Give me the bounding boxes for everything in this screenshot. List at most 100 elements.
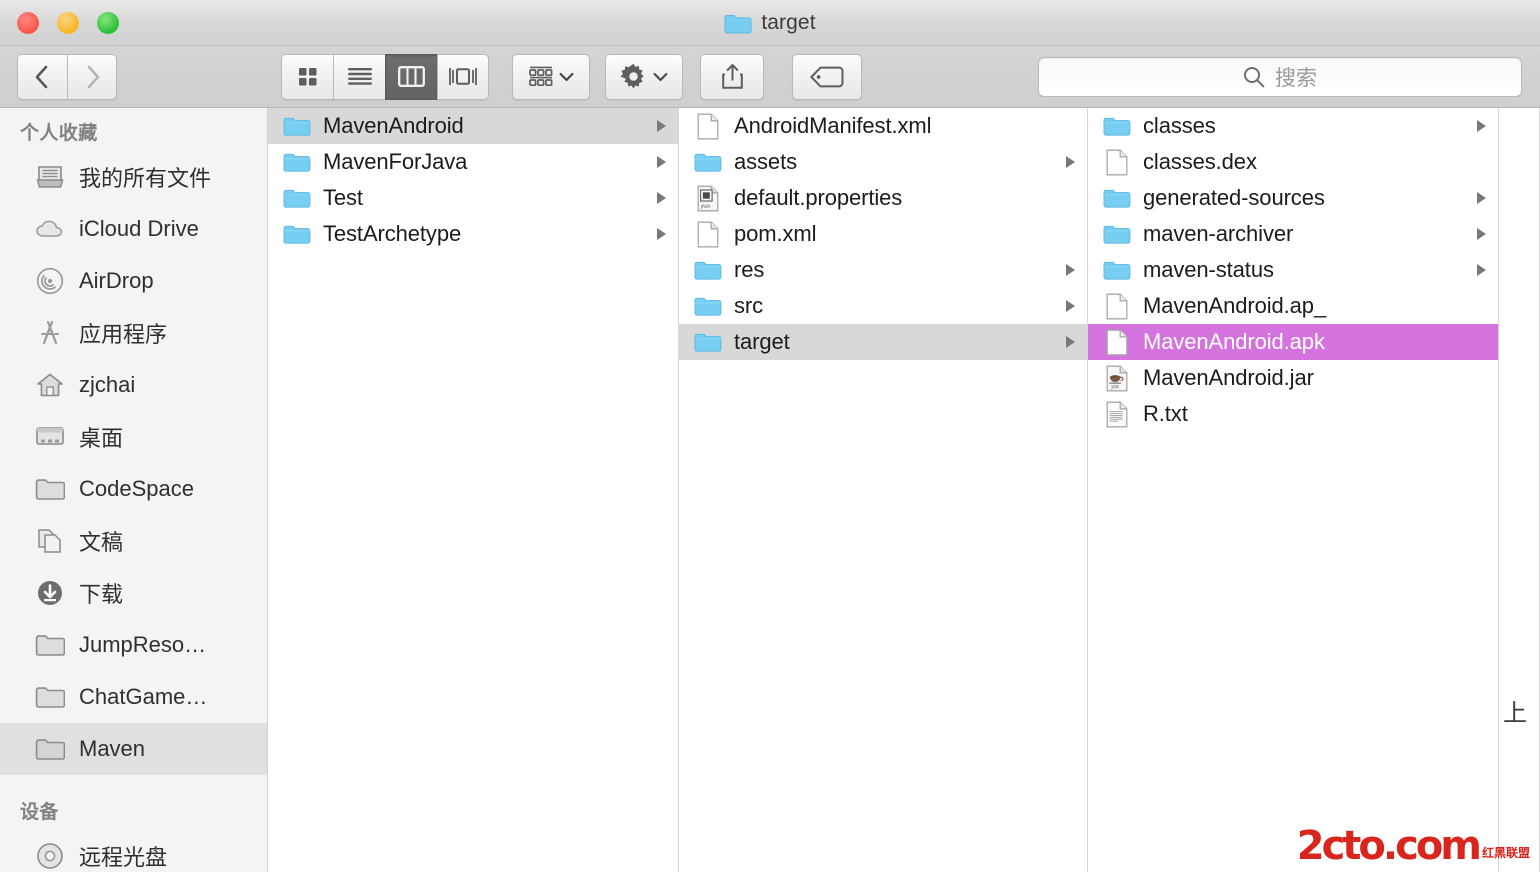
sidebar-item-label: 桌面 xyxy=(79,426,124,451)
share-button[interactable] xyxy=(700,53,764,100)
sidebar-item-label: 下载 xyxy=(79,582,124,607)
list-item-label: TestArchetype xyxy=(323,221,462,246)
list-item[interactable]: MavenForJava xyxy=(268,144,678,180)
list-item-label: Test xyxy=(323,185,363,210)
folder-icon xyxy=(282,147,312,177)
jar-file-icon: JAR xyxy=(1102,363,1132,393)
arrange-by-button[interactable] xyxy=(512,53,590,100)
list-item[interactable]: MavenAndroid.apk xyxy=(1088,324,1498,360)
chevron-down-icon xyxy=(559,72,573,81)
sidebar-item-maven[interactable]: Maven xyxy=(0,723,267,775)
sidebar-item-icloud-drive[interactable]: iCloud Drive xyxy=(0,203,267,255)
sidebar-item-all-files[interactable]: 我的所有文件 xyxy=(0,151,267,203)
chevron-right-icon xyxy=(1474,227,1488,241)
list-item[interactable]: classes xyxy=(1088,108,1498,144)
list-item[interactable]: JAVA default.properties xyxy=(679,180,1087,216)
search-placeholder: 搜索 xyxy=(1275,66,1317,90)
column-4-partial-text: 上 xyxy=(1503,700,1527,727)
chevron-right-icon xyxy=(1063,299,1077,313)
minimize-button[interactable] xyxy=(57,12,79,34)
list-item-label: generated-sources xyxy=(1143,185,1325,210)
back-button[interactable] xyxy=(17,53,67,100)
chevron-right-icon xyxy=(654,191,668,205)
list-item-label: MavenForJava xyxy=(323,149,468,174)
sidebar-item-codespace[interactable]: CodeSpace xyxy=(0,463,267,515)
forward-button[interactable] xyxy=(67,53,117,100)
icon-view-button[interactable] xyxy=(281,53,333,100)
svg-text:JAVA: JAVA xyxy=(700,204,711,210)
column-2[interactable]: AndroidManifest.xml assets JAVA default.… xyxy=(679,108,1088,872)
list-item-label: src xyxy=(734,293,764,318)
list-item[interactable]: R.txt xyxy=(1088,396,1498,432)
list-item[interactable]: AndroidManifest.xml xyxy=(679,108,1087,144)
sidebar-item-jumpresource[interactable]: JumpReso… xyxy=(0,619,267,671)
folder-icon xyxy=(282,111,312,141)
list-item[interactable]: maven-status xyxy=(1088,252,1498,288)
sidebar-item-label: 文稿 xyxy=(79,530,124,555)
sidebar-item-downloads[interactable]: 下载 xyxy=(0,567,267,619)
sidebar-item-home[interactable]: zjchai xyxy=(0,359,267,411)
sidebar-item-applications[interactable]: 应用程序 xyxy=(0,307,267,359)
column-1[interactable]: MavenAndroid MavenForJava Test TestArche… xyxy=(268,108,679,872)
document-icon xyxy=(1102,291,1132,321)
sidebar-item-documents[interactable]: 文稿 xyxy=(0,515,267,567)
list-item[interactable]: Test xyxy=(268,180,678,216)
list-item[interactable]: pom.xml xyxy=(679,216,1087,252)
gallery-view-button[interactable] xyxy=(437,53,489,100)
sidebar-item-remote-disc[interactable]: 远程光盘 xyxy=(0,830,267,872)
action-button[interactable] xyxy=(605,53,683,100)
list-item[interactable]: classes.dex xyxy=(1088,144,1498,180)
list-item[interactable]: assets xyxy=(679,144,1087,180)
column-view-button[interactable] xyxy=(385,53,437,100)
sidebar-item-label: Maven xyxy=(79,736,146,761)
list-item-label: default.properties xyxy=(734,185,903,210)
window-title-text: target xyxy=(761,11,816,34)
finder-body: 个人收藏 我的所有文件 iCloud Drive AirDrop 应用程序 zj… xyxy=(0,108,1540,872)
apps-icon xyxy=(34,318,66,348)
list-item[interactable]: MavenAndroid.ap_ xyxy=(1088,288,1498,324)
column-4[interactable]: 上 xyxy=(1499,108,1540,872)
desktop-icon xyxy=(34,422,66,452)
folder-icon xyxy=(1102,183,1132,213)
list-item[interactable]: generated-sources xyxy=(1088,180,1498,216)
chevron-right-icon xyxy=(654,227,668,241)
search-icon xyxy=(1244,66,1265,87)
list-item[interactable]: JAR MavenAndroid.jar xyxy=(1088,360,1498,396)
chevron-right-icon xyxy=(1474,191,1488,205)
list-item[interactable]: maven-archiver xyxy=(1088,216,1498,252)
list-item[interactable]: MavenAndroid xyxy=(268,108,678,144)
list-item[interactable]: TestArchetype xyxy=(268,216,678,252)
folder-icon xyxy=(1102,219,1132,249)
list-item[interactable]: res xyxy=(679,252,1087,288)
toolbar: 搜索 xyxy=(0,46,1540,108)
folder-icon xyxy=(693,147,723,177)
tag-button[interactable] xyxy=(792,53,862,100)
sidebar-item-label: 远程光盘 xyxy=(79,845,168,870)
documents-icon xyxy=(34,526,66,556)
list-view-button[interactable] xyxy=(333,53,385,100)
sidebar-item-label: 我的所有文件 xyxy=(79,166,212,191)
list-item-label: target xyxy=(734,329,790,354)
sidebar-item-desktop[interactable]: 桌面 xyxy=(0,411,267,463)
list-item-label: classes xyxy=(1143,113,1216,138)
maximize-button[interactable] xyxy=(97,12,119,34)
close-button[interactable] xyxy=(17,12,39,34)
chevron-right-icon xyxy=(1474,119,1488,133)
list-item-label: MavenAndroid.ap_ xyxy=(1143,293,1327,318)
document-icon xyxy=(693,219,723,249)
list-item[interactable]: target xyxy=(679,324,1087,360)
sidebar-item-airdrop[interactable]: AirDrop xyxy=(0,255,267,307)
column-3[interactable]: classes classes.dex generated-sources ma… xyxy=(1088,108,1499,872)
folder-icon xyxy=(282,219,312,249)
sidebar-item-label: JumpReso… xyxy=(79,632,207,657)
airdrop-icon xyxy=(34,266,66,296)
titlebar: target xyxy=(0,0,1540,46)
list-item-label: R.txt xyxy=(1143,401,1188,426)
list-item[interactable]: src xyxy=(679,288,1087,324)
window-title: target xyxy=(0,0,1540,46)
list-item-label: classes.dex xyxy=(1143,149,1257,174)
search-field[interactable]: 搜索 xyxy=(1038,56,1522,97)
chevron-right-icon xyxy=(1474,263,1488,277)
sidebar-item-chatgame[interactable]: ChatGame… xyxy=(0,671,267,723)
sidebar[interactable]: 个人收藏 我的所有文件 iCloud Drive AirDrop 应用程序 zj… xyxy=(0,108,268,872)
